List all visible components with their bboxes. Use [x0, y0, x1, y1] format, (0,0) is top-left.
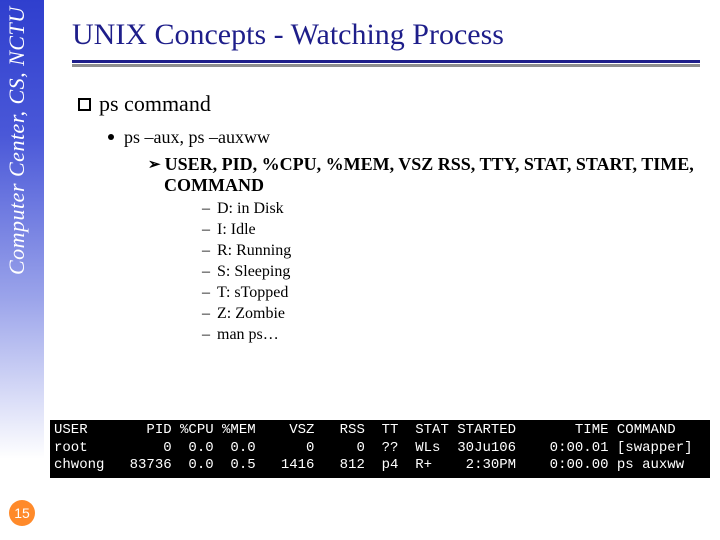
dash-bullet-icon: –: [202, 326, 210, 343]
dash-bullet-icon: –: [202, 242, 210, 259]
terminal-row: chwong 83736 0.0 0.5 1416 812 p4 R+ 2:30…: [54, 457, 684, 473]
terminal-row: root 0 0.0 0.0 0 0 ?? WLs 30Ju106 0:00.0…: [54, 440, 693, 456]
dash-bullet-icon: –: [202, 221, 210, 238]
bullet-level4: –S: Sleeping: [202, 263, 700, 281]
bullet-level2-text: ps –aux, ps –auxww: [124, 127, 270, 147]
bullet-level4: –R: Running: [202, 242, 700, 260]
sidebar-label: Computer Center, CS, NCTU: [4, 6, 30, 376]
page-number-badge: 15: [9, 500, 35, 526]
terminal-header: USER PID %CPU %MEM VSZ RSS TT STAT START…: [54, 422, 676, 438]
sidebar-gradient: Computer Center, CS, NCTU: [0, 0, 44, 540]
dash-bullet-icon: –: [202, 284, 210, 301]
dash-bullet-icon: –: [202, 263, 210, 280]
bullet-level4: –Z: Zombie: [202, 305, 700, 323]
slide-title: UNIX Concepts - Watching Process: [44, 0, 720, 58]
title-underline: [72, 60, 700, 63]
bullet-level1-text: ps command: [99, 91, 211, 116]
bullet-level4: –man ps…: [202, 326, 700, 344]
bullet-level2: ps –aux, ps –auxww: [108, 127, 700, 148]
bullet-level4: –I: Idle: [202, 221, 700, 239]
square-bullet-icon: [78, 98, 91, 111]
bullet-level1: ps command: [78, 91, 700, 117]
bullet-level3-text: USER, PID, %CPU, %MEM, VSZ RSS, TTY, STA…: [164, 154, 694, 195]
bullet-level3: ➢USER, PID, %CPU, %MEM, VSZ RSS, TTY, ST…: [148, 154, 700, 196]
dash-bullet-icon: –: [202, 200, 210, 217]
arrow-bullet-icon: ➢: [148, 157, 161, 173]
page-number: 15: [14, 505, 30, 521]
terminal-output: USER PID %CPU %MEM VSZ RSS TT STAT START…: [50, 420, 710, 478]
dash-bullet-icon: –: [202, 305, 210, 322]
bullet-level4: –T: sTopped: [202, 284, 700, 302]
dot-bullet-icon: [108, 134, 114, 140]
bullet-level4: –D: in Disk: [202, 200, 700, 218]
bullet-section: ps command ps –aux, ps –auxww ➢USER, PID…: [44, 63, 720, 344]
